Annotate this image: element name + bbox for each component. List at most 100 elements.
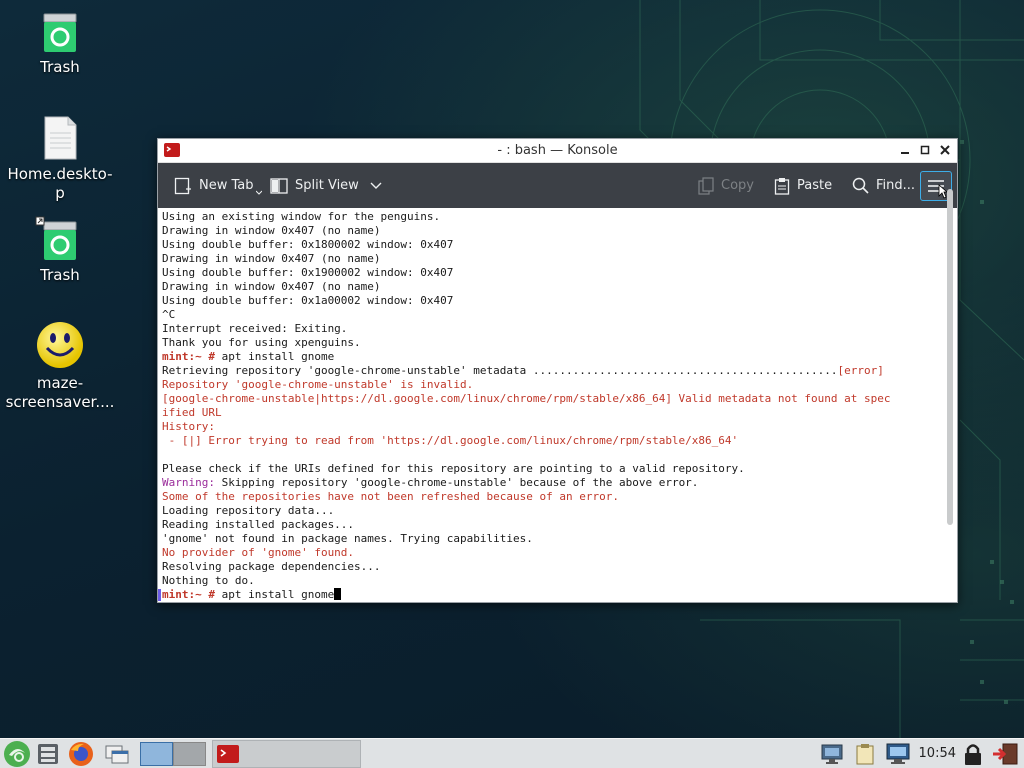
terminal-line: ified URL <box>162 406 957 420</box>
line-text: - [|] Error trying to read from 'https:/… <box>162 434 739 447</box>
paste-label: Paste <box>797 178 833 193</box>
desktop-2[interactable] <box>173 742 206 766</box>
clipboard-tray-button[interactable] <box>852 739 878 768</box>
terminal-line: mint:~ # apt install gnome <box>158 588 957 602</box>
network-monitor-icon <box>821 744 843 764</box>
logout-button[interactable] <box>990 739 1020 768</box>
line-text: Interrupt received: Exiting. <box>162 322 348 335</box>
terminal-line: ^C <box>162 308 957 322</box>
show-windows-button[interactable] <box>102 739 132 768</box>
os-logo-icon <box>4 741 30 767</box>
terminal-line: Thank you for using xpenguins. <box>162 336 957 350</box>
terminal-line: Drawing in window 0x407 (no name) <box>162 252 957 266</box>
terminal-line: Using double buffer: 0x1900002 window: 0… <box>162 266 957 280</box>
desktop-icon-trash[interactable]: Trash <box>5 10 115 77</box>
desktop-icon-trash-2[interactable]: Trash <box>5 218 115 285</box>
line-text: History: <box>162 420 215 433</box>
terminal-line: Please check if the URIs defined for thi… <box>162 462 957 476</box>
taskbar-konsole-task[interactable] <box>212 740 361 768</box>
minimize-button[interactable] <box>897 142 913 158</box>
line-text: Drawing in window 0x407 (no name) <box>162 280 381 293</box>
lock-screen-button[interactable] <box>960 739 986 768</box>
terminal-line: Drawing in window 0x407 (no name) <box>162 280 957 294</box>
terminal-line: Retrieving repository 'google-chrome-uns… <box>162 364 957 378</box>
warning-prefix: Warning: <box>162 476 215 489</box>
line-text: Drawing in window 0x407 (no name) <box>162 224 381 237</box>
line-text: Loading repository data... <box>162 504 335 517</box>
line-text: Using double buffer: 0x1900002 window: 0… <box>162 266 454 279</box>
line-text: Drawing in window 0x407 (no name) <box>162 252 381 265</box>
find-button[interactable]: Find... <box>852 163 915 208</box>
virtual-desktop-pager[interactable] <box>139 739 207 768</box>
search-icon <box>852 177 869 194</box>
new-tab-button[interactable]: New Tab <box>174 163 262 208</box>
copy-button[interactable]: Copy <box>698 163 754 208</box>
line-text: Resolving package dependencies... <box>162 560 381 573</box>
file-manager-launcher[interactable] <box>34 739 62 768</box>
konsole-app-icon <box>217 745 239 763</box>
display-tray-button[interactable] <box>882 739 914 768</box>
terminal-line: No provider of 'gnome' found. <box>162 546 957 560</box>
konsole-toolbar: New Tab Split View Copy Paste Find... <box>158 163 957 208</box>
desktop-icon-maze-screensaver[interactable]: maze-screensaver.... <box>5 320 115 412</box>
error-tag: [error] <box>837 364 884 377</box>
terminal-output[interactable]: Using an existing window for the penguin… <box>158 209 957 602</box>
desktop-icon-label: Trash <box>40 266 80 284</box>
firefox-icon <box>69 742 93 766</box>
command-text: apt install gnome <box>214 588 335 601</box>
clock[interactable]: 10:54 <box>919 746 956 761</box>
paste-icon <box>774 177 790 195</box>
terminal-line: Interrupt received: Exiting. <box>162 322 957 336</box>
terminal-scrollbar[interactable] <box>947 189 953 525</box>
line-text: 'gnome' not found in package names. Tryi… <box>162 532 533 545</box>
logout-icon <box>993 743 1018 765</box>
prompt-marker <box>158 589 161 601</box>
file-manager-icon <box>38 744 58 764</box>
line-text: Nothing to do. <box>162 574 255 587</box>
display-icon <box>886 743 910 764</box>
terminal-line: Using double buffer: 0x1a00002 window: 0… <box>162 294 957 308</box>
window-titlebar[interactable]: - : bash — Konsole <box>158 139 957 163</box>
terminal-line: History: <box>162 420 957 434</box>
windows-overview-icon <box>105 745 129 764</box>
desktop-icon-label: Trash <box>40 58 80 76</box>
line-text: Please check if the URIs defined for thi… <box>162 462 745 475</box>
terminal-line: Resolving package dependencies... <box>162 560 957 574</box>
terminal-line: - [|] Error trying to read from 'https:/… <box>162 434 957 448</box>
line-text: Retrieving repository 'google-chrome-uns… <box>162 364 838 377</box>
copy-icon <box>698 176 714 195</box>
link-overlay-icon <box>35 216 45 226</box>
maximize-button[interactable] <box>917 142 933 158</box>
line-text: [google-chrome-unstable|https://dl.googl… <box>162 392 891 405</box>
line-text: Skipping repository 'google-chrome-unsta… <box>214 476 699 489</box>
maximize-icon <box>920 145 930 155</box>
network-tray-icon-button[interactable] <box>818 739 850 768</box>
terminal-line: 'gnome' not found in package names. Tryi… <box>162 532 957 546</box>
line-text: ^C <box>162 308 176 321</box>
terminal-line: Using an existing window for the penguin… <box>162 210 957 224</box>
split-view-button[interactable]: Split View <box>270 163 382 208</box>
close-button[interactable] <box>937 142 953 158</box>
trash-icon <box>43 13 77 52</box>
line-text: No provider of 'gnome' found. <box>162 546 355 559</box>
lock-icon <box>965 744 981 765</box>
line-text: ified URL <box>162 406 222 419</box>
paste-button[interactable]: Paste <box>774 163 832 208</box>
firefox-launcher[interactable] <box>66 739 96 768</box>
terminal-line: Using double buffer: 0x1800002 window: 0… <box>162 238 957 252</box>
find-label: Find... <box>876 178 916 193</box>
terminal-line: [google-chrome-unstable|https://dl.googl… <box>162 392 957 406</box>
konsole-window[interactable]: - : bash — Konsole New Tab Split View Co… <box>157 138 958 603</box>
line-text: Using double buffer: 0x1a00002 window: 0… <box>162 294 454 307</box>
line-text: Reading installed packages... <box>162 518 355 531</box>
terminal-line: Drawing in window 0x407 (no name) <box>162 224 957 238</box>
desktop-icon-home-desktop[interactable]: Home.deskto-p <box>5 115 115 203</box>
split-view-label: Split View <box>295 178 359 193</box>
desktop: Trash Home.deskto-p Trash maze-screensav… <box>0 0 1024 738</box>
dropdown-arrow-icon <box>255 190 262 195</box>
terminal-line: Repository 'google-chrome-unstable' is i… <box>162 378 957 392</box>
application-menu-button[interactable] <box>2 739 32 768</box>
desktop-1[interactable] <box>140 742 173 766</box>
terminal-line: Nothing to do. <box>162 574 957 588</box>
